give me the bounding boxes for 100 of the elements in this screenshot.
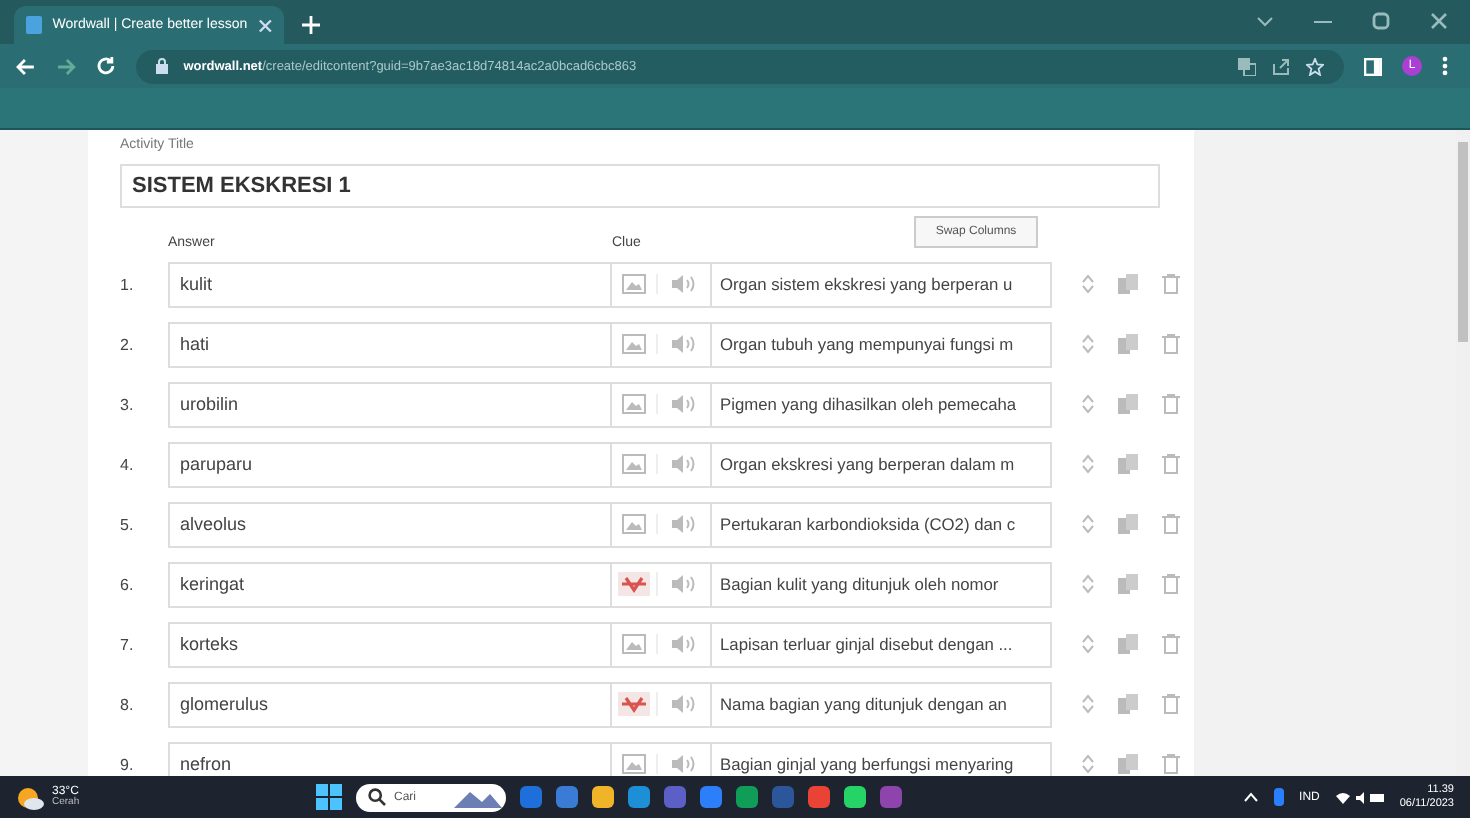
taskbar-app-icon[interactable] <box>700 786 722 808</box>
new-tab-icon[interactable] <box>302 16 320 34</box>
add-image-icon[interactable] <box>622 754 646 774</box>
duplicate-icon[interactable] <box>1118 694 1138 714</box>
weather-icon[interactable] <box>16 785 44 809</box>
reorder-icon[interactable] <box>1082 574 1094 594</box>
add-image-icon[interactable] <box>622 334 646 354</box>
site-favicon-icon <box>26 16 43 34</box>
add-image-icon[interactable] <box>622 394 646 414</box>
duplicate-icon[interactable] <box>1118 334 1138 354</box>
clue-field[interactable]: Organ sistem ekskresi yang berperan u <box>710 263 1050 305</box>
add-image-icon[interactable] <box>622 514 646 534</box>
duplicate-icon[interactable] <box>1118 454 1138 474</box>
minimize-icon[interactable] <box>1314 19 1332 23</box>
reorder-icon[interactable] <box>1082 694 1094 714</box>
row-number: 7. <box>120 635 136 653</box>
start-icon[interactable] <box>316 784 342 810</box>
duplicate-icon[interactable] <box>1118 754 1138 774</box>
answer-field[interactable]: alveolus <box>170 503 612 545</box>
image-thumbnail[interactable] <box>618 572 650 596</box>
title-field[interactable]: SISTEM EKSKRESI 1 <box>120 164 1160 208</box>
back-icon[interactable] <box>16 57 36 75</box>
delete-icon[interactable] <box>1162 274 1180 294</box>
menu-icon[interactable] <box>1442 56 1448 76</box>
audio-icon[interactable] <box>672 274 696 294</box>
audio-icon[interactable] <box>672 634 696 654</box>
delete-icon[interactable] <box>1162 754 1180 774</box>
reorder-icon[interactable] <box>1082 454 1094 474</box>
clue-field[interactable]: Organ ekskresi yang berperan dalam m <box>710 443 1050 485</box>
audio-icon[interactable] <box>672 454 696 474</box>
taskbar-app-icon[interactable] <box>628 786 650 808</box>
restore-icon[interactable] <box>1372 12 1390 30</box>
taskbar-app-icon[interactable] <box>808 786 830 808</box>
answer-field[interactable]: kulit <box>170 263 612 305</box>
delete-icon[interactable] <box>1162 454 1180 474</box>
row-number: 2. <box>120 335 136 353</box>
chevron-down-icon[interactable] <box>1256 15 1274 27</box>
duplicate-icon[interactable] <box>1118 514 1138 534</box>
delete-icon[interactable] <box>1162 574 1180 594</box>
image-thumbnail[interactable] <box>618 692 650 716</box>
close-icon[interactable] <box>1430 12 1448 30</box>
row-number: 1. <box>120 275 136 293</box>
clue-field[interactable]: Pertukaran karbondioksida (CO2) dan c <box>710 503 1050 545</box>
answer-field[interactable]: paruparu <box>170 443 612 485</box>
clue-field[interactable]: Organ tubuh yang mempunyai fungsi m <box>710 323 1050 365</box>
answer-field[interactable]: glomerulus <box>170 683 612 725</box>
delete-icon[interactable] <box>1162 394 1180 414</box>
clue-field[interactable]: Nama bagian yang ditunjuk dengan an <box>710 683 1050 725</box>
lock-icon <box>155 58 168 74</box>
answer-field[interactable]: keringat <box>170 563 612 605</box>
audio-icon[interactable] <box>672 574 696 594</box>
audio-icon[interactable] <box>672 514 696 534</box>
clue-field[interactable]: Pigmen yang dihasilkan oleh pemecaha <box>710 383 1050 425</box>
delete-icon[interactable] <box>1162 514 1180 534</box>
translate-icon[interactable] <box>1238 57 1257 75</box>
network-volume-battery-icon[interactable] <box>1335 789 1384 805</box>
reorder-icon[interactable] <box>1082 334 1094 354</box>
add-image-icon[interactable] <box>622 634 646 654</box>
taskbar-app-icon[interactable] <box>592 786 614 808</box>
reorder-icon[interactable] <box>1082 634 1094 654</box>
taskbar-app-icon[interactable] <box>556 786 578 808</box>
row-number: 8. <box>120 695 136 713</box>
duplicate-icon[interactable] <box>1118 394 1138 414</box>
clue-field[interactable]: Lapisan terluar ginjal disebut dengan ... <box>710 623 1050 665</box>
row-number: 6. <box>120 575 136 593</box>
close-tab-icon[interactable] <box>257 17 272 33</box>
row-number: 4. <box>120 455 136 473</box>
forward-icon[interactable] <box>55 57 76 75</box>
star-icon[interactable] <box>1306 57 1325 75</box>
share-icon[interactable] <box>1272 57 1291 75</box>
duplicate-icon[interactable] <box>1118 574 1138 594</box>
audio-icon[interactable] <box>672 694 696 714</box>
clue-field[interactable]: Bagian kulit yang ditunjuk oleh nomor <box>710 563 1050 605</box>
add-image-icon[interactable] <box>622 454 646 474</box>
reorder-icon[interactable] <box>1082 514 1094 534</box>
audio-icon[interactable] <box>672 334 696 354</box>
delete-icon[interactable] <box>1162 634 1180 654</box>
audio-icon[interactable] <box>672 754 696 774</box>
reorder-icon[interactable] <box>1082 394 1094 414</box>
side-panel-icon[interactable] <box>1364 57 1383 75</box>
search-highlight-icon <box>454 787 502 807</box>
add-image-icon[interactable] <box>622 274 646 294</box>
reload-icon[interactable] <box>95 56 116 76</box>
answer-field[interactable]: hati <box>170 323 612 365</box>
answer-field[interactable]: urobilin <box>170 383 612 425</box>
tray-app-icon[interactable] <box>1273 788 1284 806</box>
audio-icon[interactable] <box>672 394 696 414</box>
reorder-icon[interactable] <box>1082 754 1094 774</box>
row-number: 5. <box>120 515 136 533</box>
row-number: 9. <box>120 755 136 773</box>
delete-icon[interactable] <box>1162 694 1180 714</box>
duplicate-icon[interactable] <box>1118 274 1138 294</box>
scrollbar[interactable] <box>1456 130 1470 776</box>
delete-icon[interactable] <box>1162 334 1180 354</box>
chevron-up-icon[interactable] <box>1243 792 1258 802</box>
duplicate-icon[interactable] <box>1118 634 1138 654</box>
taskbar-app-icon[interactable] <box>736 786 758 808</box>
reorder-icon[interactable] <box>1082 274 1094 294</box>
taskbar-app-icon[interactable] <box>844 786 866 808</box>
answer-field[interactable]: korteks <box>170 623 612 665</box>
